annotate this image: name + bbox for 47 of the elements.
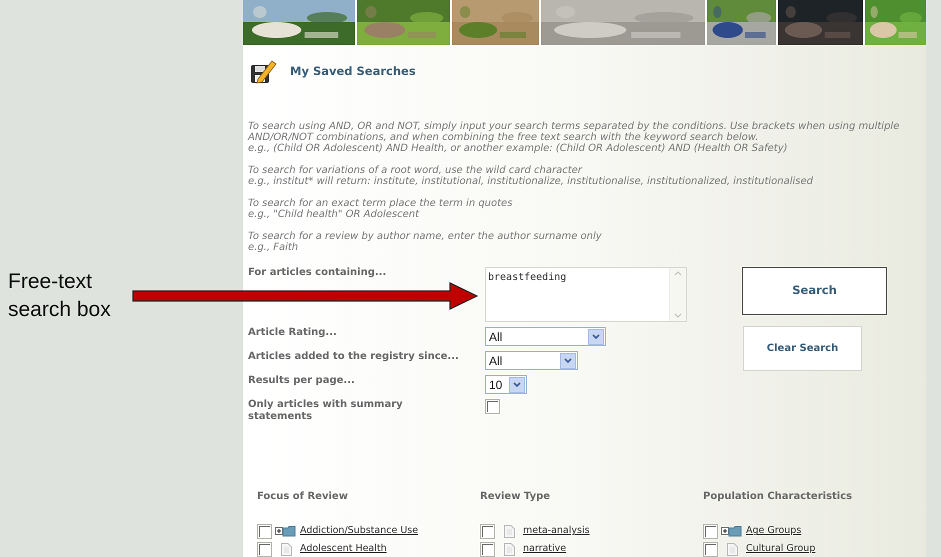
checkbox[interactable] [480,542,495,557]
search-text-field[interactable]: breastfeeding [485,267,687,322]
checkbox[interactable] [480,524,495,539]
dropdown-caret-icon [588,328,604,344]
expandable-folder-icon[interactable] [721,525,743,538]
checkbox[interactable] [257,524,272,539]
field-label: Results per page... [248,375,355,387]
clear-search-button[interactable]: Clear Search [743,326,862,371]
help-text: e.g., (Child OR Adolescent) AND Health, or another example: (Child OR Adolescent) AND (Health OR Safety) [248,143,788,154]
dropdown-select[interactable]: 10 [485,375,527,394]
help-text: e.g., "Child health" OR Adolescent [248,209,420,220]
column-heading: Population Characteristics [703,490,852,504]
checkbox[interactable] [703,524,718,539]
checkbox[interactable] [257,542,272,557]
category-link[interactable]: narrative [523,542,566,557]
document-icon [280,543,292,556]
field-label: Article Rating... [248,327,337,339]
document-icon [504,543,514,556]
category-link[interactable]: Cultural Group [746,542,816,557]
category-link[interactable]: Addiction/Substance Use [300,524,418,539]
column-heading: Focus of Review [257,490,348,504]
checkbox[interactable] [703,542,718,557]
dropdown-select[interactable]: All [485,327,606,346]
annotation-label: Free-text search box [8,269,111,323]
document-icon [504,525,514,538]
help-text: e.g., Faith [248,242,298,253]
help-text: To search for a review by author name, enter the author surname only [248,231,602,242]
document-icon [726,543,738,556]
search-button[interactable]: Search [742,267,887,315]
dropdown-caret-icon [560,352,576,368]
column-heading: Review Type [480,490,550,504]
checkbox[interactable] [485,399,500,414]
field-label: Only articles with summary statements [248,399,404,423]
field-label: For articles containing... [248,267,386,279]
category-link[interactable]: Adolescent Health [300,542,387,557]
page-title: My Saved Searches [290,63,416,80]
help-text: To search for variations of a root word, use the wild card character [248,165,582,176]
help-text: e.g., institut* will return: institute, institutional, institutionalize, institutionalise, institutionalized, institutionalised [248,176,814,187]
dropdown-select[interactable]: All [485,351,578,370]
help-text: To search using AND, OR and NOT, simply input your search terms separated by the conditions. Use brackets when using multiple [248,121,900,132]
help-text: To search for an exact term place the term in quotes [248,198,512,209]
category-link[interactable]: Age Groups [746,524,802,539]
field-label: Articles added to the registry since... [248,351,459,363]
help-text: AND/OR/NOT combinations, and when combining the free text search with the keyword search below. [248,132,758,143]
category-link[interactable]: meta-analysis [523,524,590,539]
dropdown-caret-icon [509,376,525,392]
expandable-folder-icon[interactable] [275,525,297,538]
